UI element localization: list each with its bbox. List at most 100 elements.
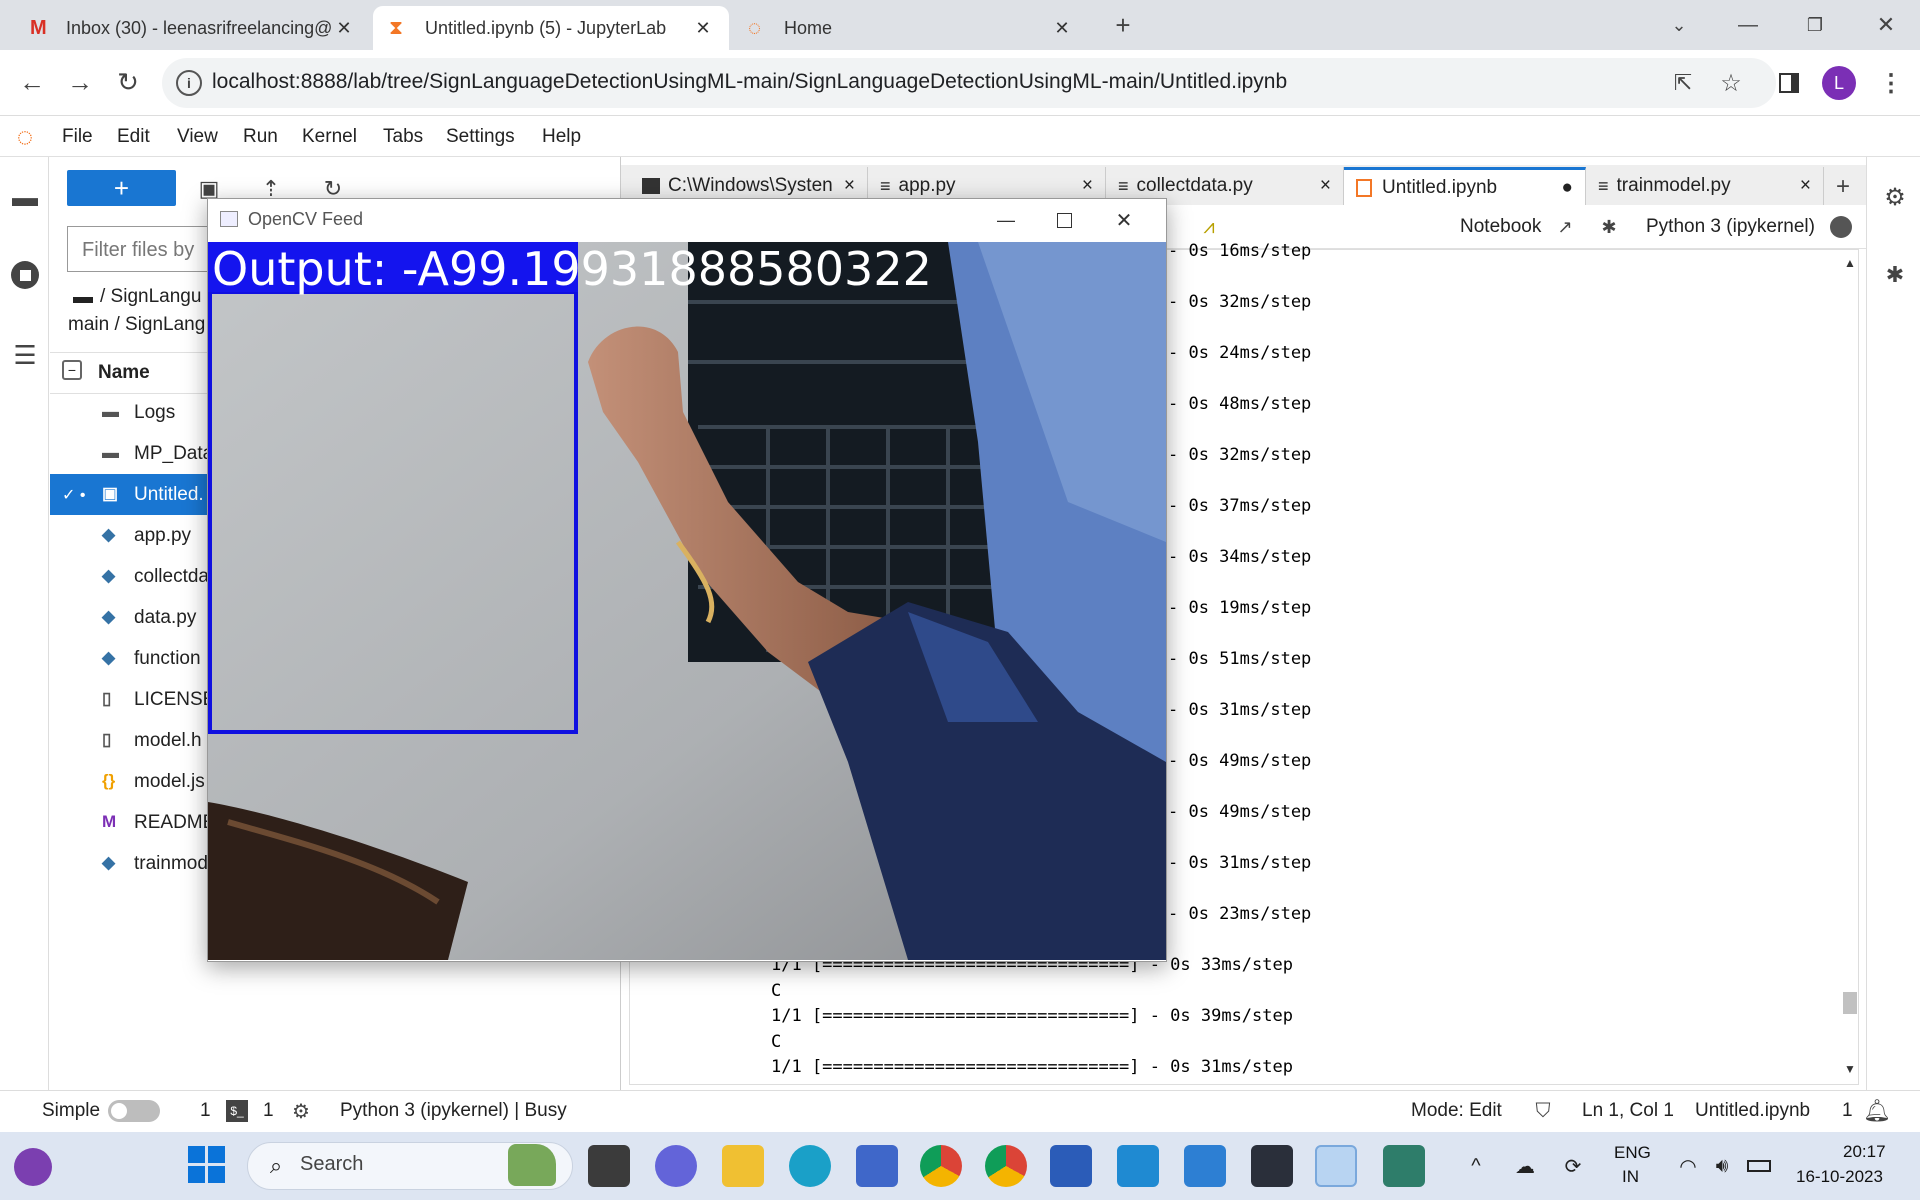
new-tab-icon[interactable]: +	[1106, 8, 1140, 42]
notification-bell-icon[interactable]: 🔔︎	[1862, 1096, 1892, 1126]
terminal-app-icon[interactable]	[1251, 1145, 1293, 1187]
menu-run[interactable]: Run	[243, 126, 278, 148]
kernel-count[interactable]: 1	[263, 1100, 274, 1122]
breadcrumb[interactable]: / SignLangu	[100, 286, 201, 308]
tab-trainmodel-py[interactable]: ≡ trainmodel.py ×	[1586, 167, 1824, 205]
language-line2[interactable]: IN	[1622, 1167, 1639, 1187]
browser-tab-home[interactable]: ◌ Home ✕	[732, 6, 1088, 50]
teams-chat-icon[interactable]	[655, 1145, 697, 1187]
new-tab-plus-icon[interactable]: +	[1826, 170, 1860, 204]
clock-date[interactable]: 16-10-2023	[1796, 1167, 1883, 1187]
browser-tab-gmail[interactable]: M Inbox (30) - leenasrifreelancing@ ✕	[14, 6, 370, 50]
menu-view[interactable]: View	[177, 126, 218, 148]
tab-label: trainmodel.py	[1616, 175, 1731, 196]
git-diff-icon[interactable]: ⩘	[1194, 212, 1224, 242]
onedrive-cloud-icon[interactable]: ☁	[1510, 1152, 1540, 1180]
minimize-icon[interactable]: —	[986, 203, 1026, 237]
menu-file[interactable]: File	[62, 126, 93, 148]
close-icon[interactable]: ×	[844, 175, 855, 197]
share-icon[interactable]: ⇱	[1666, 66, 1700, 100]
close-icon[interactable]: ×	[1320, 175, 1331, 197]
menu-settings[interactable]: Settings	[446, 126, 515, 148]
notebook-scrollbar[interactable]: ▲ ▼	[1842, 252, 1858, 1082]
chrome-profile-icon[interactable]	[985, 1145, 1027, 1187]
chrome-icon[interactable]	[920, 1145, 962, 1187]
open-in-notebook-label[interactable]: Notebook	[1460, 216, 1541, 238]
select-all-checkbox[interactable]: −	[62, 360, 82, 380]
language-line1[interactable]: ENG	[1614, 1143, 1651, 1163]
debugger-icon[interactable]: ✱	[1878, 258, 1912, 292]
property-inspector-gear-icon[interactable]: ⚙	[1878, 180, 1912, 214]
running-kernels-icon[interactable]	[8, 258, 42, 292]
kernel-status[interactable]: Python 3 (ipykernel) | Busy	[340, 1100, 567, 1122]
terminal-count[interactable]: 1	[200, 1100, 211, 1122]
left-sidebar-strip	[0, 157, 49, 1090]
clock-time[interactable]: 20:17	[1843, 1142, 1886, 1162]
markdown-file-icon: M	[102, 811, 117, 831]
output-line: - 0s 51ms/step	[1168, 649, 1312, 669]
close-icon[interactable]: ×	[1082, 175, 1093, 197]
minimize-icon[interactable]: —	[1728, 8, 1768, 42]
word-icon[interactable]	[1050, 1145, 1092, 1187]
vscode-icon[interactable]	[1117, 1145, 1159, 1187]
edge-browser-icon[interactable]	[789, 1145, 831, 1187]
close-icon[interactable]: ×	[1800, 175, 1811, 197]
cursor-position[interactable]: Ln 1, Col 1	[1582, 1100, 1674, 1122]
file-file-icon: ▯	[102, 688, 112, 708]
reload-icon[interactable]: ↻	[110, 64, 146, 100]
restore-icon[interactable]: ❐	[1795, 8, 1835, 42]
sync-icon[interactable]: ⟳	[1558, 1152, 1588, 1180]
battery-icon[interactable]	[1744, 1152, 1774, 1180]
browser-tab-jupyterlab[interactable]: ⧗ Untitled.ipynb (5) - JupyterLab ✕	[373, 6, 729, 50]
url-text[interactable]: localhost:8888/lab/tree/SignLanguageDete…	[212, 70, 1287, 94]
python-window-icon[interactable]	[1383, 1145, 1425, 1187]
unsaved-dot-icon[interactable]: ●	[1562, 177, 1573, 199]
notification-count[interactable]: 1	[1842, 1100, 1853, 1122]
breadcrumb-continued[interactable]: main / SignLang	[68, 314, 205, 336]
close-icon[interactable]: ✕	[693, 18, 713, 39]
output-line: - 0s 32ms/step	[1168, 445, 1312, 465]
close-icon[interactable]: ✕	[1104, 203, 1144, 237]
volume-icon[interactable]: 🔊︎	[1708, 1152, 1736, 1180]
bookmark-star-icon[interactable]: ☆	[1714, 66, 1748, 100]
maximize-icon[interactable]	[1044, 203, 1084, 237]
file-name: Untitled.	[134, 483, 204, 505]
close-icon[interactable]: ✕	[334, 18, 354, 39]
snipping-tool-icon[interactable]	[1315, 1145, 1357, 1187]
widgets-icon[interactable]	[14, 1148, 52, 1186]
menu-edit[interactable]: Edit	[117, 126, 150, 148]
folder-icon[interactable]: ▬	[8, 180, 42, 214]
profile-avatar[interactable]: L	[1822, 66, 1856, 100]
more-menu-icon[interactable]: ⋮	[1876, 66, 1906, 100]
file-name: trainmod	[134, 852, 208, 874]
forward-icon[interactable]: →	[62, 64, 98, 100]
simple-mode-toggle[interactable]	[108, 1100, 160, 1122]
task-view-icon[interactable]	[588, 1145, 630, 1187]
python-file-icon: ◆	[102, 524, 116, 544]
notepad-icon[interactable]	[1184, 1145, 1226, 1187]
kernel-name[interactable]: Python 3 (ipykernel)	[1646, 216, 1815, 238]
side-panel-icon[interactable]	[1772, 66, 1806, 100]
chevron-up-icon[interactable]: ^	[1462, 1152, 1490, 1180]
tab-search-icon[interactable]: ⌄	[1662, 8, 1696, 42]
start-windows-icon[interactable]	[188, 1146, 226, 1184]
selected-check-icon[interactable]: ✓ •	[62, 485, 85, 505]
column-name-header[interactable]: Name	[98, 362, 150, 384]
filter-files-input[interactable]: Filter files by	[67, 226, 227, 272]
store-icon[interactable]	[856, 1145, 898, 1187]
menu-tabs[interactable]: Tabs	[383, 126, 423, 148]
debugger-bug-icon[interactable]: ✱	[1594, 212, 1624, 242]
external-link-icon[interactable]: ↗	[1552, 212, 1578, 242]
new-launcher-button[interactable]: +	[67, 170, 176, 206]
table-of-contents-icon[interactable]: ☰	[8, 338, 42, 372]
file-explorer-icon[interactable]	[722, 1145, 764, 1187]
status-filename: Untitled.ipynb	[1695, 1100, 1811, 1121]
close-icon[interactable]: ✕	[1052, 18, 1072, 39]
wifi-icon[interactable]: ◠	[1674, 1152, 1702, 1180]
close-window-icon[interactable]: ✕	[1866, 8, 1906, 42]
tab-untitled-ipynb[interactable]: Untitled.ipynb ●	[1344, 167, 1586, 205]
menu-kernel[interactable]: Kernel	[302, 126, 357, 148]
menu-help[interactable]: Help	[542, 126, 581, 148]
site-info-icon[interactable]: i	[176, 70, 202, 96]
back-icon[interactable]: ←	[14, 64, 50, 100]
